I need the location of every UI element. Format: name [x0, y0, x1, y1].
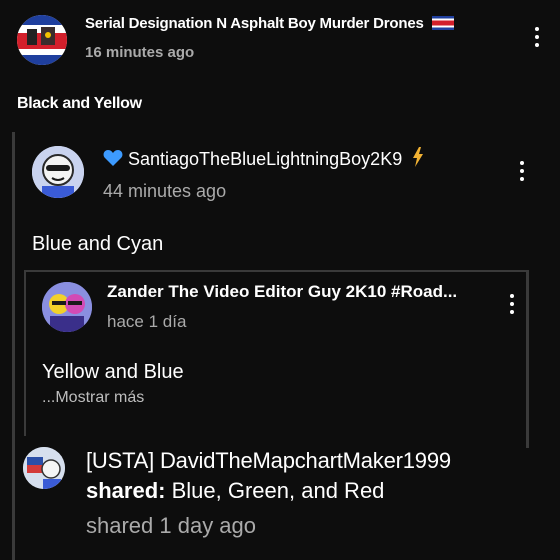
thread-line-inner-left: [24, 270, 26, 436]
reply3-shared-text: Blue, Green, and Red: [171, 478, 385, 503]
reply2-show-more-link[interactable]: ...Mostrar más: [42, 388, 144, 408]
reply1-author-text: SantiagoTheBlueLightningBoy2K9: [128, 149, 403, 169]
post-author-avatar[interactable]: [17, 15, 67, 65]
dot-icon: [520, 169, 524, 173]
reply1-author-avatar[interactable]: [32, 146, 84, 198]
dot-icon: [510, 310, 514, 314]
reply1-avatar-art: [32, 146, 84, 198]
reply3-shared-label: shared:: [86, 478, 166, 503]
post-more-options-button[interactable]: [534, 27, 540, 47]
reply2-avatar-art: [42, 282, 92, 332]
reply3-timestamp: shared 1 day ago: [86, 513, 257, 538]
reply3-shared-line: shared: Blue, Green, and Red: [86, 477, 384, 505]
reply1-author-name[interactable]: SantiagoTheBlueLightningBoy2K9: [103, 147, 424, 173]
costa-rica-flag-icon: [431, 16, 454, 36]
reply2-author-avatar[interactable]: [42, 282, 92, 332]
dot-icon: [520, 177, 524, 181]
thread-line-inner-top: [24, 270, 527, 272]
reply3-avatar-art: [23, 447, 65, 489]
reply1-timestamp: 44 minutes ago: [103, 181, 227, 201]
reply1-body: Blue and Cyan: [32, 233, 164, 255]
reply2-body: Yellow and Blue: [42, 361, 184, 383]
reply2-author-name[interactable]: Zander The Video Editor Guy 2K10 #Road..…: [107, 280, 457, 304]
dot-icon: [535, 35, 539, 39]
dot-icon: [535, 27, 539, 31]
reply2-more-options-button[interactable]: [509, 294, 515, 314]
dot-icon: [510, 294, 514, 298]
post-author-text: Serial Designation N Asphalt Boy Murder …: [85, 15, 424, 32]
reply3-author-avatar[interactable]: [23, 447, 65, 489]
reply1-more-options-button[interactable]: [519, 161, 525, 181]
post-author-name[interactable]: Serial Designation N Asphalt Boy Murder …: [85, 14, 454, 36]
dot-icon: [510, 302, 514, 306]
post-body: Black and Yellow: [17, 95, 142, 112]
costa-rica-flag-avatar-art: [17, 15, 67, 65]
reply3-author-name[interactable]: [USTA] DavidTheMapchartMaker1999: [86, 447, 451, 475]
dot-icon: [520, 161, 524, 165]
dot-icon: [535, 43, 539, 47]
post-timestamp: 16 minutes ago: [85, 44, 195, 61]
blue-heart-icon: [103, 149, 123, 173]
thread-line-outer: [12, 132, 15, 560]
thread-line-inner-right: [526, 270, 529, 448]
reply2-timestamp: hace 1 día: [107, 312, 187, 331]
lightning-icon: [412, 147, 424, 173]
